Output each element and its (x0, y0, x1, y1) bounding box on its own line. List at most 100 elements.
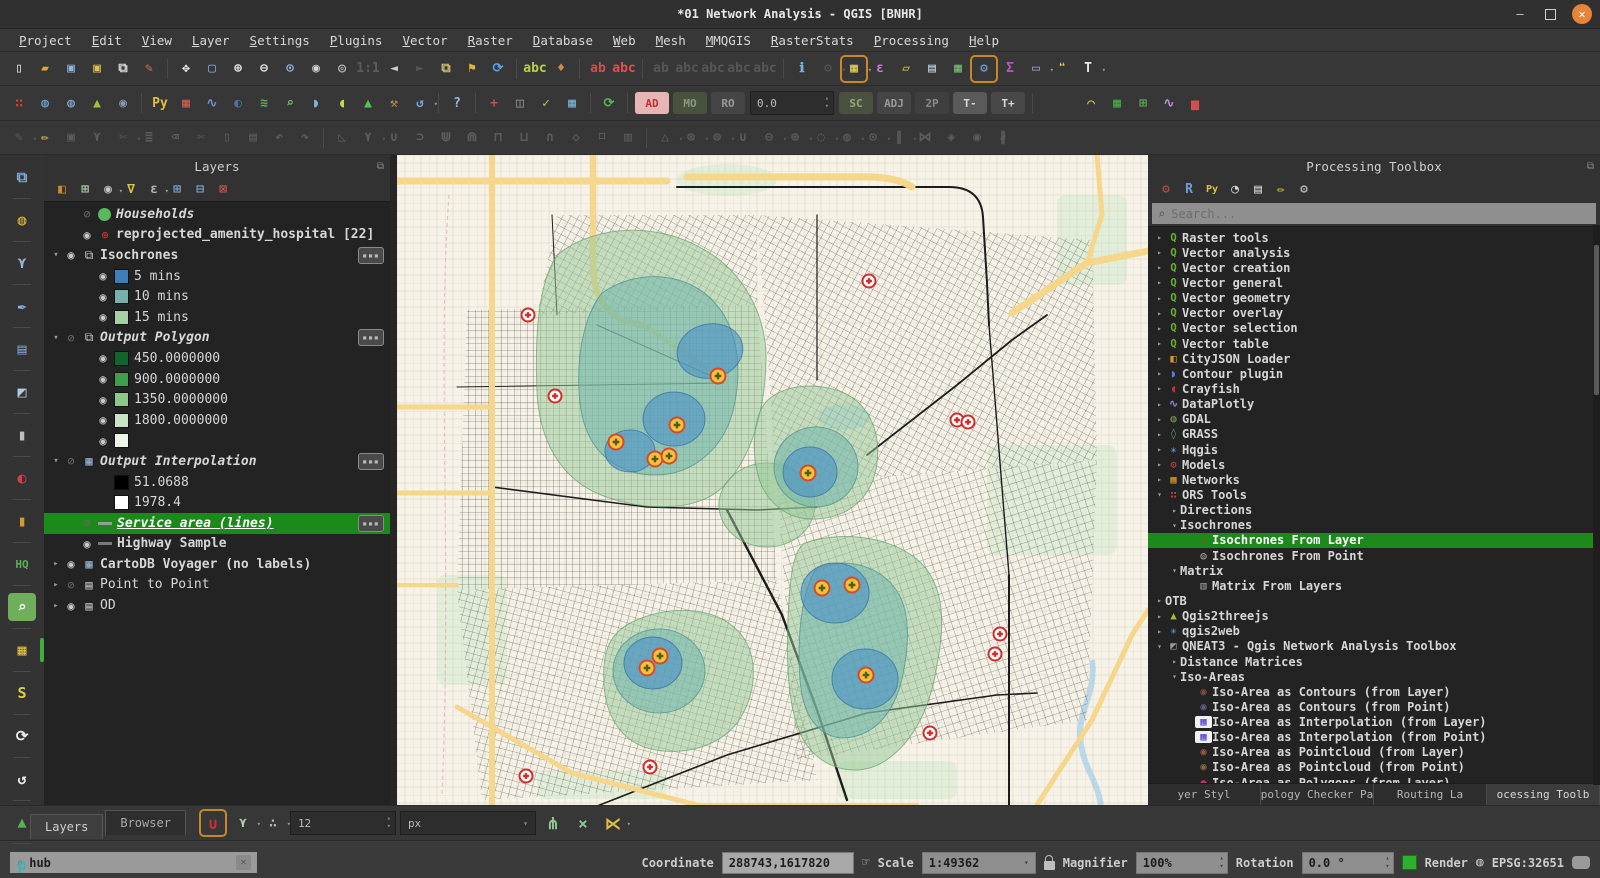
expander-icon[interactable]: ▾ (1154, 642, 1165, 651)
menu-project[interactable]: Project (10, 32, 81, 49)
s-plugin-icon[interactable]: S (8, 679, 36, 707)
label-pin-button[interactable]: ab (586, 57, 610, 81)
offset-curve-button[interactable]: ⌑ (590, 126, 614, 150)
expander-icon[interactable]: ▸ (1154, 309, 1165, 318)
toolbox-item-networks[interactable]: ▸▦Networks (1148, 472, 1600, 487)
visibility-eye-icon[interactable]: ◉ (78, 537, 96, 551)
layer-item-1978-4[interactable]: 1978.4 (44, 492, 390, 513)
map-canvas[interactable] (397, 155, 1148, 805)
hospital-marker[interactable] (522, 309, 535, 322)
processing-scrollbar[interactable] (1593, 225, 1600, 785)
filter-by-expression-button[interactable]: ε▾ (144, 179, 164, 199)
crs-value[interactable]: EPSG:32651 (1492, 856, 1564, 870)
toolbox-item-iso-area-as-pointcloud-from-layer[interactable]: ◉Iso-Area as Pointcloud (from Layer) (1148, 745, 1600, 760)
pan-to-selection-button[interactable]: ▢ (200, 57, 224, 81)
save-project-button[interactable]: ▣ (59, 57, 83, 81)
measure-button[interactable]: ▭▾ (1024, 57, 1048, 81)
magnifier-spinner[interactable]: 100% ▴▾ (1136, 852, 1228, 874)
expander-icon[interactable]: ▸ (1154, 430, 1165, 439)
offset-point-symbols-button[interactable]: ⊕▾ (783, 126, 807, 150)
save-project-as-button[interactable]: ▣ (85, 57, 109, 81)
hospital-marker[interactable] (962, 416, 975, 429)
toolbox-item-contour-plugin[interactable]: ▸◗Contour plugin (1148, 366, 1600, 381)
expander-icon[interactable]: ▸ (1154, 627, 1165, 636)
menu-mmqgis[interactable]: MMQGIS (697, 32, 760, 49)
add-feature-button[interactable]: ⋎ (85, 126, 109, 150)
rotate-copy-button[interactable]: ⊙▾ (861, 126, 885, 150)
topological-editing-button[interactable]: ⋔ (541, 811, 565, 835)
menu-database[interactable]: Database (524, 32, 602, 49)
toolbox-item-vector-table[interactable]: ▸QVector table (1148, 336, 1600, 351)
add-part-button[interactable]: ⋒ (460, 126, 484, 150)
hospital-marker-selected[interactable] (845, 578, 860, 593)
map-editor-plugin-icon[interactable]: ▦ (8, 636, 36, 664)
label-properties-button[interactable]: abc (753, 57, 777, 81)
grid-tool-button[interactable]: ▥ (616, 126, 640, 150)
layer-edit-widget-badge[interactable]: ▪▪▪ (358, 453, 384, 470)
toolbox-item-vector-creation[interactable]: ▸QVector creation (1148, 260, 1600, 275)
undock-icon[interactable]: ⧉ (1587, 161, 1594, 172)
street-view-button[interactable]: ◫ (508, 91, 532, 115)
options-button-button[interactable]: ⚙ (1294, 179, 1314, 199)
expander-icon[interactable]: ▸ (1154, 460, 1165, 469)
toolbox-item-vector-analysis[interactable]: ▸QVector analysis (1148, 245, 1600, 260)
hospital-marker[interactable] (863, 275, 876, 288)
toolbox-item-matrix[interactable]: ▾Matrix (1148, 563, 1600, 578)
layer-item[interactable]: ◉ (44, 431, 390, 452)
delete-selected-button[interactable]: ⌫ (163, 126, 187, 150)
visibility-eye-icon[interactable]: ◉ (78, 228, 96, 242)
layer-item-output-interpolation[interactable]: ▾⊘▦Output Interpolation▪▪▪ (44, 451, 390, 472)
expander-icon[interactable]: ▸ (50, 601, 62, 611)
layer-item-10-mins[interactable]: ◉10 mins (44, 286, 390, 307)
dataplotly-button[interactable]: ∿ (200, 91, 224, 115)
layer-item-cartodb-voyager-no-labels[interactable]: ▸◉▦CartoDB Voyager (no labels) (44, 554, 390, 575)
clear-search-icon[interactable]: ✕ (236, 855, 251, 870)
cut-features-button[interactable]: ✄ (189, 126, 213, 150)
delete-part-button[interactable]: ∩ (538, 126, 562, 150)
crosshair-button[interactable]: + (482, 91, 506, 115)
check-geometry-button[interactable]: ✓ (534, 91, 558, 115)
histogram-tool-button[interactable]: ▅ (1183, 91, 1207, 115)
ors-tools-button[interactable]: ∷ (7, 91, 31, 115)
hospital-marker-selected[interactable] (801, 466, 816, 481)
profile-plot-button[interactable]: ∿ (1157, 91, 1181, 115)
expander-icon[interactable]: ▸ (1154, 354, 1165, 363)
panel-tab-yer-styl[interactable]: yer Styl (1148, 784, 1261, 805)
expander-icon[interactable]: ▸ (1169, 657, 1180, 666)
refresh-plugin-icon[interactable]: ⟳ (8, 722, 36, 750)
qgis2threejs-button[interactable]: ▲ (85, 91, 109, 115)
expander-icon[interactable]: ▸ (1154, 278, 1165, 287)
toolbox-item-qgis2threejs[interactable]: ▸▲Qgis2threejs (1148, 609, 1600, 624)
expander-icon[interactable]: ▾ (1169, 521, 1180, 530)
hospital-marker-selected[interactable] (670, 418, 685, 433)
toolbox-item-otb[interactable]: ▸OTB (1148, 593, 1600, 608)
field-calculator-button[interactable]: ▦ (946, 57, 970, 81)
delete-ring-button[interactable]: ⊔ (512, 126, 536, 150)
visibility-eye-icon[interactable]: ◉ (62, 557, 80, 571)
refresh-map-button[interactable]: ⟳ (486, 57, 510, 81)
visibility-eye-icon[interactable]: ◉ (94, 269, 112, 283)
toolbox-item-crayfish[interactable]: ▸◖Crayfish (1148, 381, 1600, 396)
ph-locator-plugin-icon[interactable]: ◐ (8, 464, 36, 492)
layer-item-15-mins[interactable]: ◉15 mins (44, 307, 390, 328)
copy-features-button[interactable]: ▯ (215, 126, 239, 150)
vertex-tool-button[interactable]: ✄▾ (111, 126, 135, 150)
expander-icon[interactable]: ▾ (1169, 566, 1180, 575)
mouse-tracking-icon[interactable]: ☞ (862, 855, 870, 870)
hospital-marker[interactable] (520, 770, 533, 783)
remove-layer-button[interactable]: ⊠ (213, 179, 233, 199)
expander-icon[interactable]: ▸ (1154, 475, 1165, 484)
menu-help[interactable]: Help (960, 32, 1008, 49)
digitize-angle-button[interactable]: 0.0▴▾ (750, 91, 834, 115)
osm-search-plugin-icon[interactable]: ⌕ (8, 593, 36, 621)
hospital-marker-selected[interactable] (711, 369, 726, 384)
hospital-marker[interactable] (549, 390, 562, 403)
save-edits-button[interactable]: ▣ (59, 126, 83, 150)
scale-lock-icon[interactable] (1044, 861, 1055, 870)
zoom-to-layer-button[interactable]: ◎ (330, 57, 354, 81)
web-globe-plugin-icon[interactable]: ◍ (8, 206, 36, 234)
layer-edit-widget-badge[interactable]: ▪▪▪ (358, 247, 384, 264)
visibility-eye-icon[interactable]: ◉ (94, 372, 112, 386)
line-split-button[interactable]: ∦ (991, 126, 1015, 150)
menu-plugins[interactable]: Plugins (321, 32, 392, 49)
